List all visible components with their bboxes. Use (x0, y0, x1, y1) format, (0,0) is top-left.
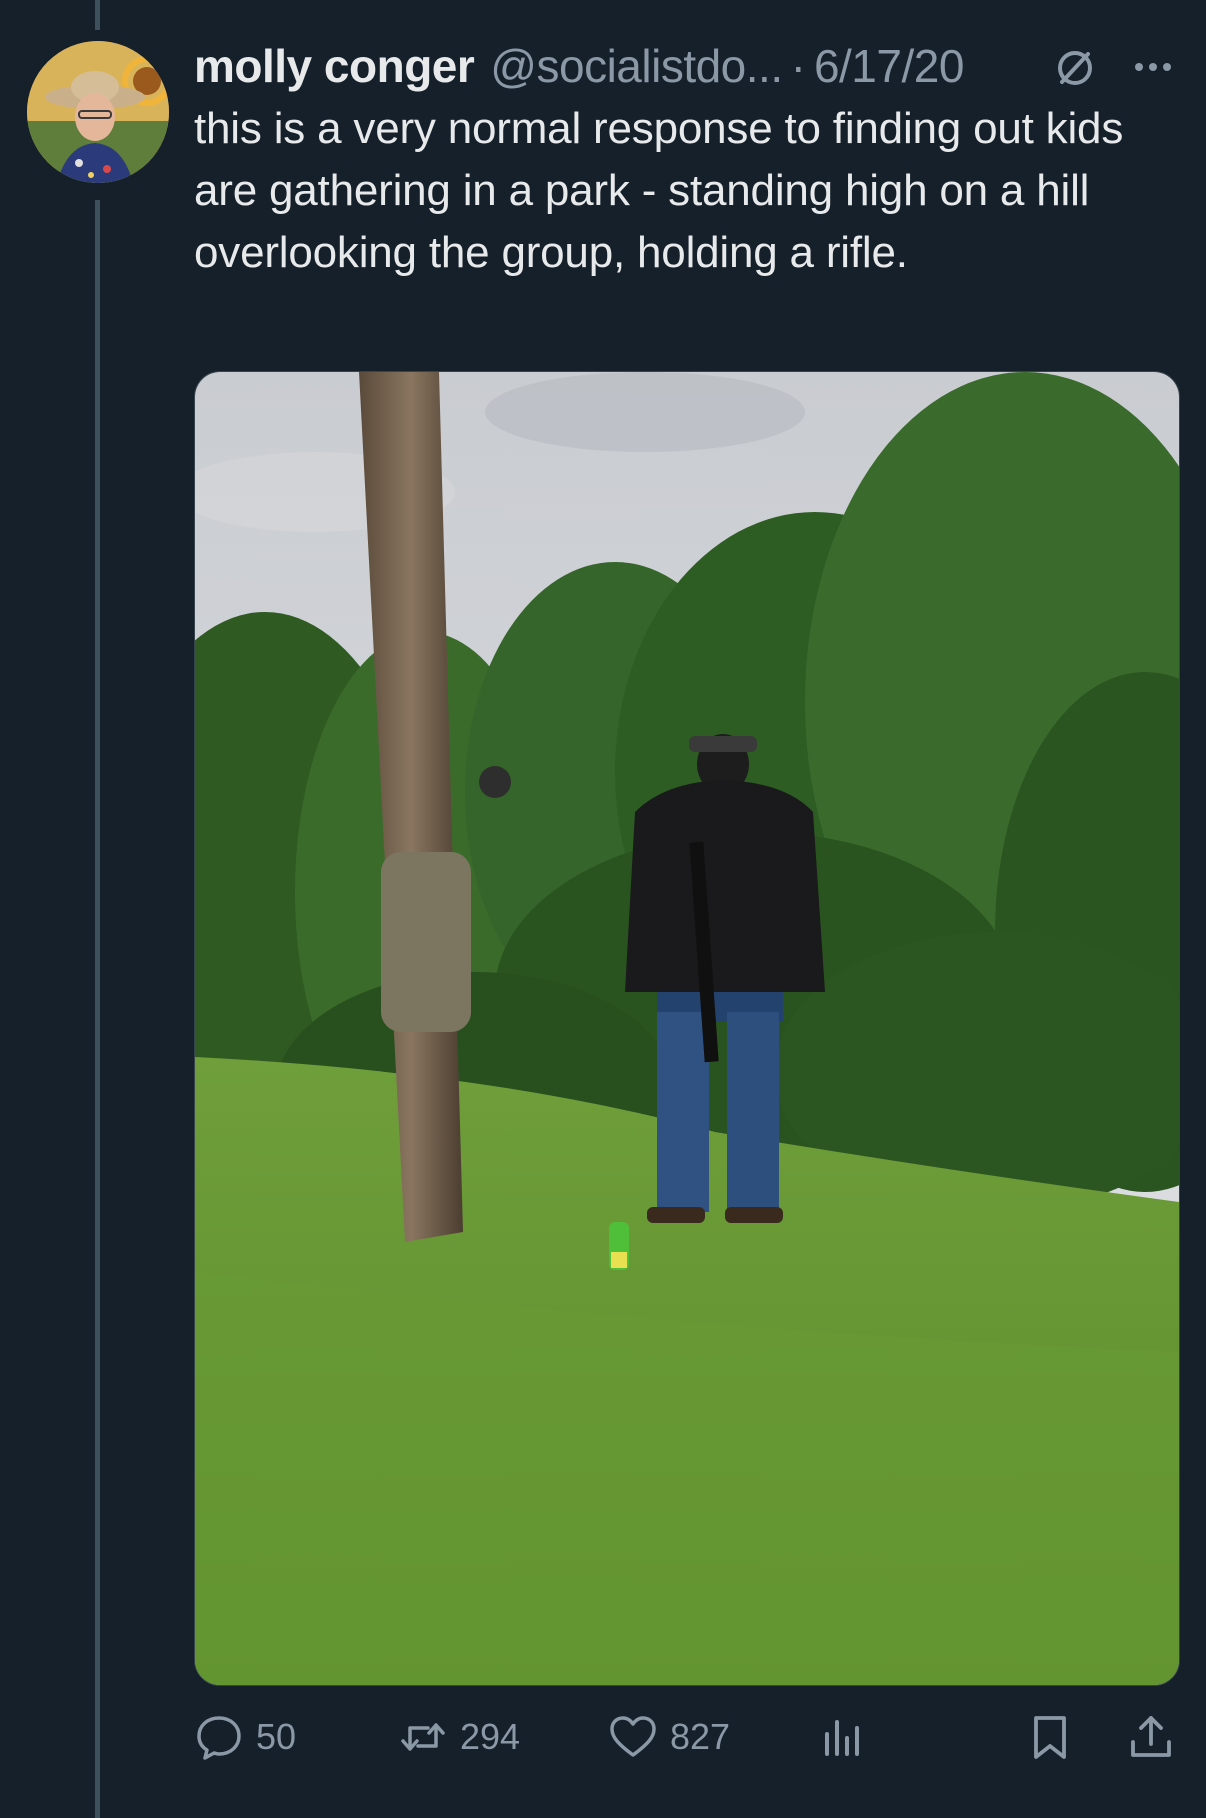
reply-icon (197, 1716, 241, 1760)
share-icon (1131, 1716, 1171, 1757)
avatar[interactable] (27, 41, 169, 183)
author-handle[interactable]: @socialistdo... (490, 39, 783, 93)
bookmark-button[interactable] (1025, 1707, 1087, 1767)
retweet-icon (401, 1723, 445, 1751)
like-button[interactable]: 827 (608, 1707, 730, 1767)
heart-icon (610, 1716, 656, 1757)
reply-count: 50 (256, 1716, 297, 1757)
tweet-card[interactable]: molly conger @socialistdo... · 6/17/20 t… (0, 0, 1206, 1818)
action-bar: 50 294 827 (0, 1707, 1206, 1767)
thread-line-top (95, 0, 100, 30)
more-icon[interactable] (1128, 42, 1178, 92)
thread-line-bottom (95, 200, 100, 1818)
retweet-count: 294 (460, 1716, 521, 1757)
retweet-button[interactable]: 294 (398, 1707, 520, 1767)
like-count: 827 (670, 1716, 731, 1757)
analytics-icon (825, 1720, 859, 1756)
subscription-icon[interactable] (1050, 42, 1100, 92)
author-name[interactable]: molly conger (194, 39, 475, 93)
reply-button[interactable]: 50 (194, 1707, 296, 1767)
share-button[interactable] (1126, 1707, 1188, 1767)
bookmark-icon (1034, 1716, 1066, 1759)
separator-dot: · (790, 40, 806, 92)
tweet-date[interactable]: 6/17/20 (814, 39, 964, 93)
tweet-text: this is a very normal response to findin… (194, 104, 1124, 277)
tweet-photo[interactable] (194, 371, 1180, 1686)
views-button[interactable] (818, 1707, 880, 1767)
tweet-header: molly conger @socialistdo... · 6/17/20 (194, 36, 964, 96)
